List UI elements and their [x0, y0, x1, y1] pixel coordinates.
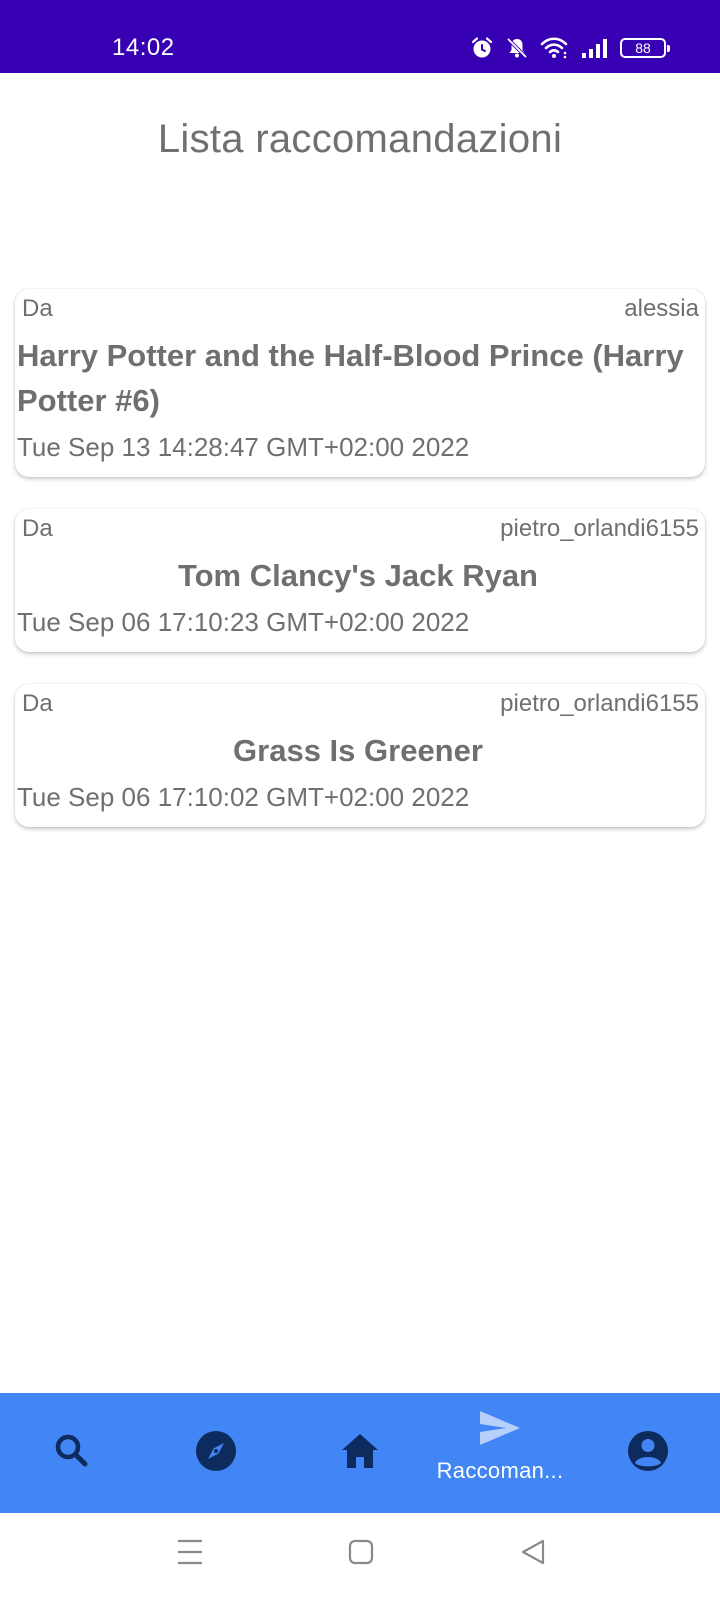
recommendation-card[interactable]: Da pietro_orlandi6155 Tom Clancy's Jack … — [15, 509, 705, 652]
sender-username: alessia — [624, 295, 699, 322]
recommendation-date: Tue Sep 13 14:28:47 GMT+02:00 2022 — [17, 432, 470, 462]
card-header: Da pietro_orlandi6155 — [17, 511, 699, 547]
menu-icon[interactable] — [176, 1537, 204, 1572]
recommendation-card[interactable]: Da alessia Harry Potter and the Half-Blo… — [15, 289, 705, 477]
mute-bell-icon — [505, 36, 529, 60]
compass-icon — [195, 1430, 237, 1477]
alarm-icon — [470, 36, 494, 60]
wifi-icon — [540, 36, 570, 60]
page-title: Lista raccomandazioni — [157, 117, 563, 161]
sender-username: pietro_orlandi6155 — [500, 690, 699, 717]
account-circle-icon — [627, 1430, 669, 1477]
battery-icon: 88 — [620, 38, 670, 58]
from-label: Da — [22, 295, 53, 322]
status-time: 14:02 — [112, 34, 175, 61]
card-header: Da alessia — [17, 291, 699, 327]
nav-recommendations[interactable]: Raccoman... — [425, 1393, 575, 1513]
recommendation-list: Da alessia Harry Potter and the Half-Blo… — [15, 289, 705, 859]
nav-home[interactable] — [318, 1393, 402, 1513]
nav-search[interactable] — [30, 1393, 114, 1513]
status-bar: 14:02 88 — [0, 0, 720, 73]
card-header: Da pietro_orlandi6155 — [17, 686, 699, 722]
home-square-icon[interactable] — [347, 1537, 375, 1572]
bottom-navigation: Raccoman... — [0, 1393, 720, 1513]
back-triangle-icon[interactable] — [519, 1537, 547, 1572]
recommendation-title: Grass Is Greener — [233, 733, 483, 768]
nav-explore[interactable] — [174, 1393, 258, 1513]
sender-username: pietro_orlandi6155 — [500, 515, 699, 542]
recommendation-card[interactable]: Da pietro_orlandi6155 Grass Is Greener T… — [15, 684, 705, 827]
nav-recommendations-label: Raccoman... — [436, 1457, 564, 1483]
signal-icon — [581, 36, 609, 60]
system-navigation-bar — [0, 1513, 720, 1600]
status-icons: 88 — [470, 34, 670, 62]
send-icon — [478, 1409, 522, 1452]
from-label: Da — [22, 515, 53, 542]
recommendation-date: Tue Sep 06 17:10:02 GMT+02:00 2022 — [17, 782, 470, 812]
home-icon — [339, 1431, 381, 1476]
recommendation-title: Harry Potter and the Half-Blood Prince (… — [17, 338, 684, 418]
from-label: Da — [22, 690, 53, 717]
nav-profile[interactable] — [606, 1393, 690, 1513]
recommendation-title: Tom Clancy's Jack Ryan — [177, 558, 538, 593]
search-icon — [52, 1431, 92, 1476]
recommendation-date: Tue Sep 06 17:10:23 GMT+02:00 2022 — [17, 607, 470, 637]
